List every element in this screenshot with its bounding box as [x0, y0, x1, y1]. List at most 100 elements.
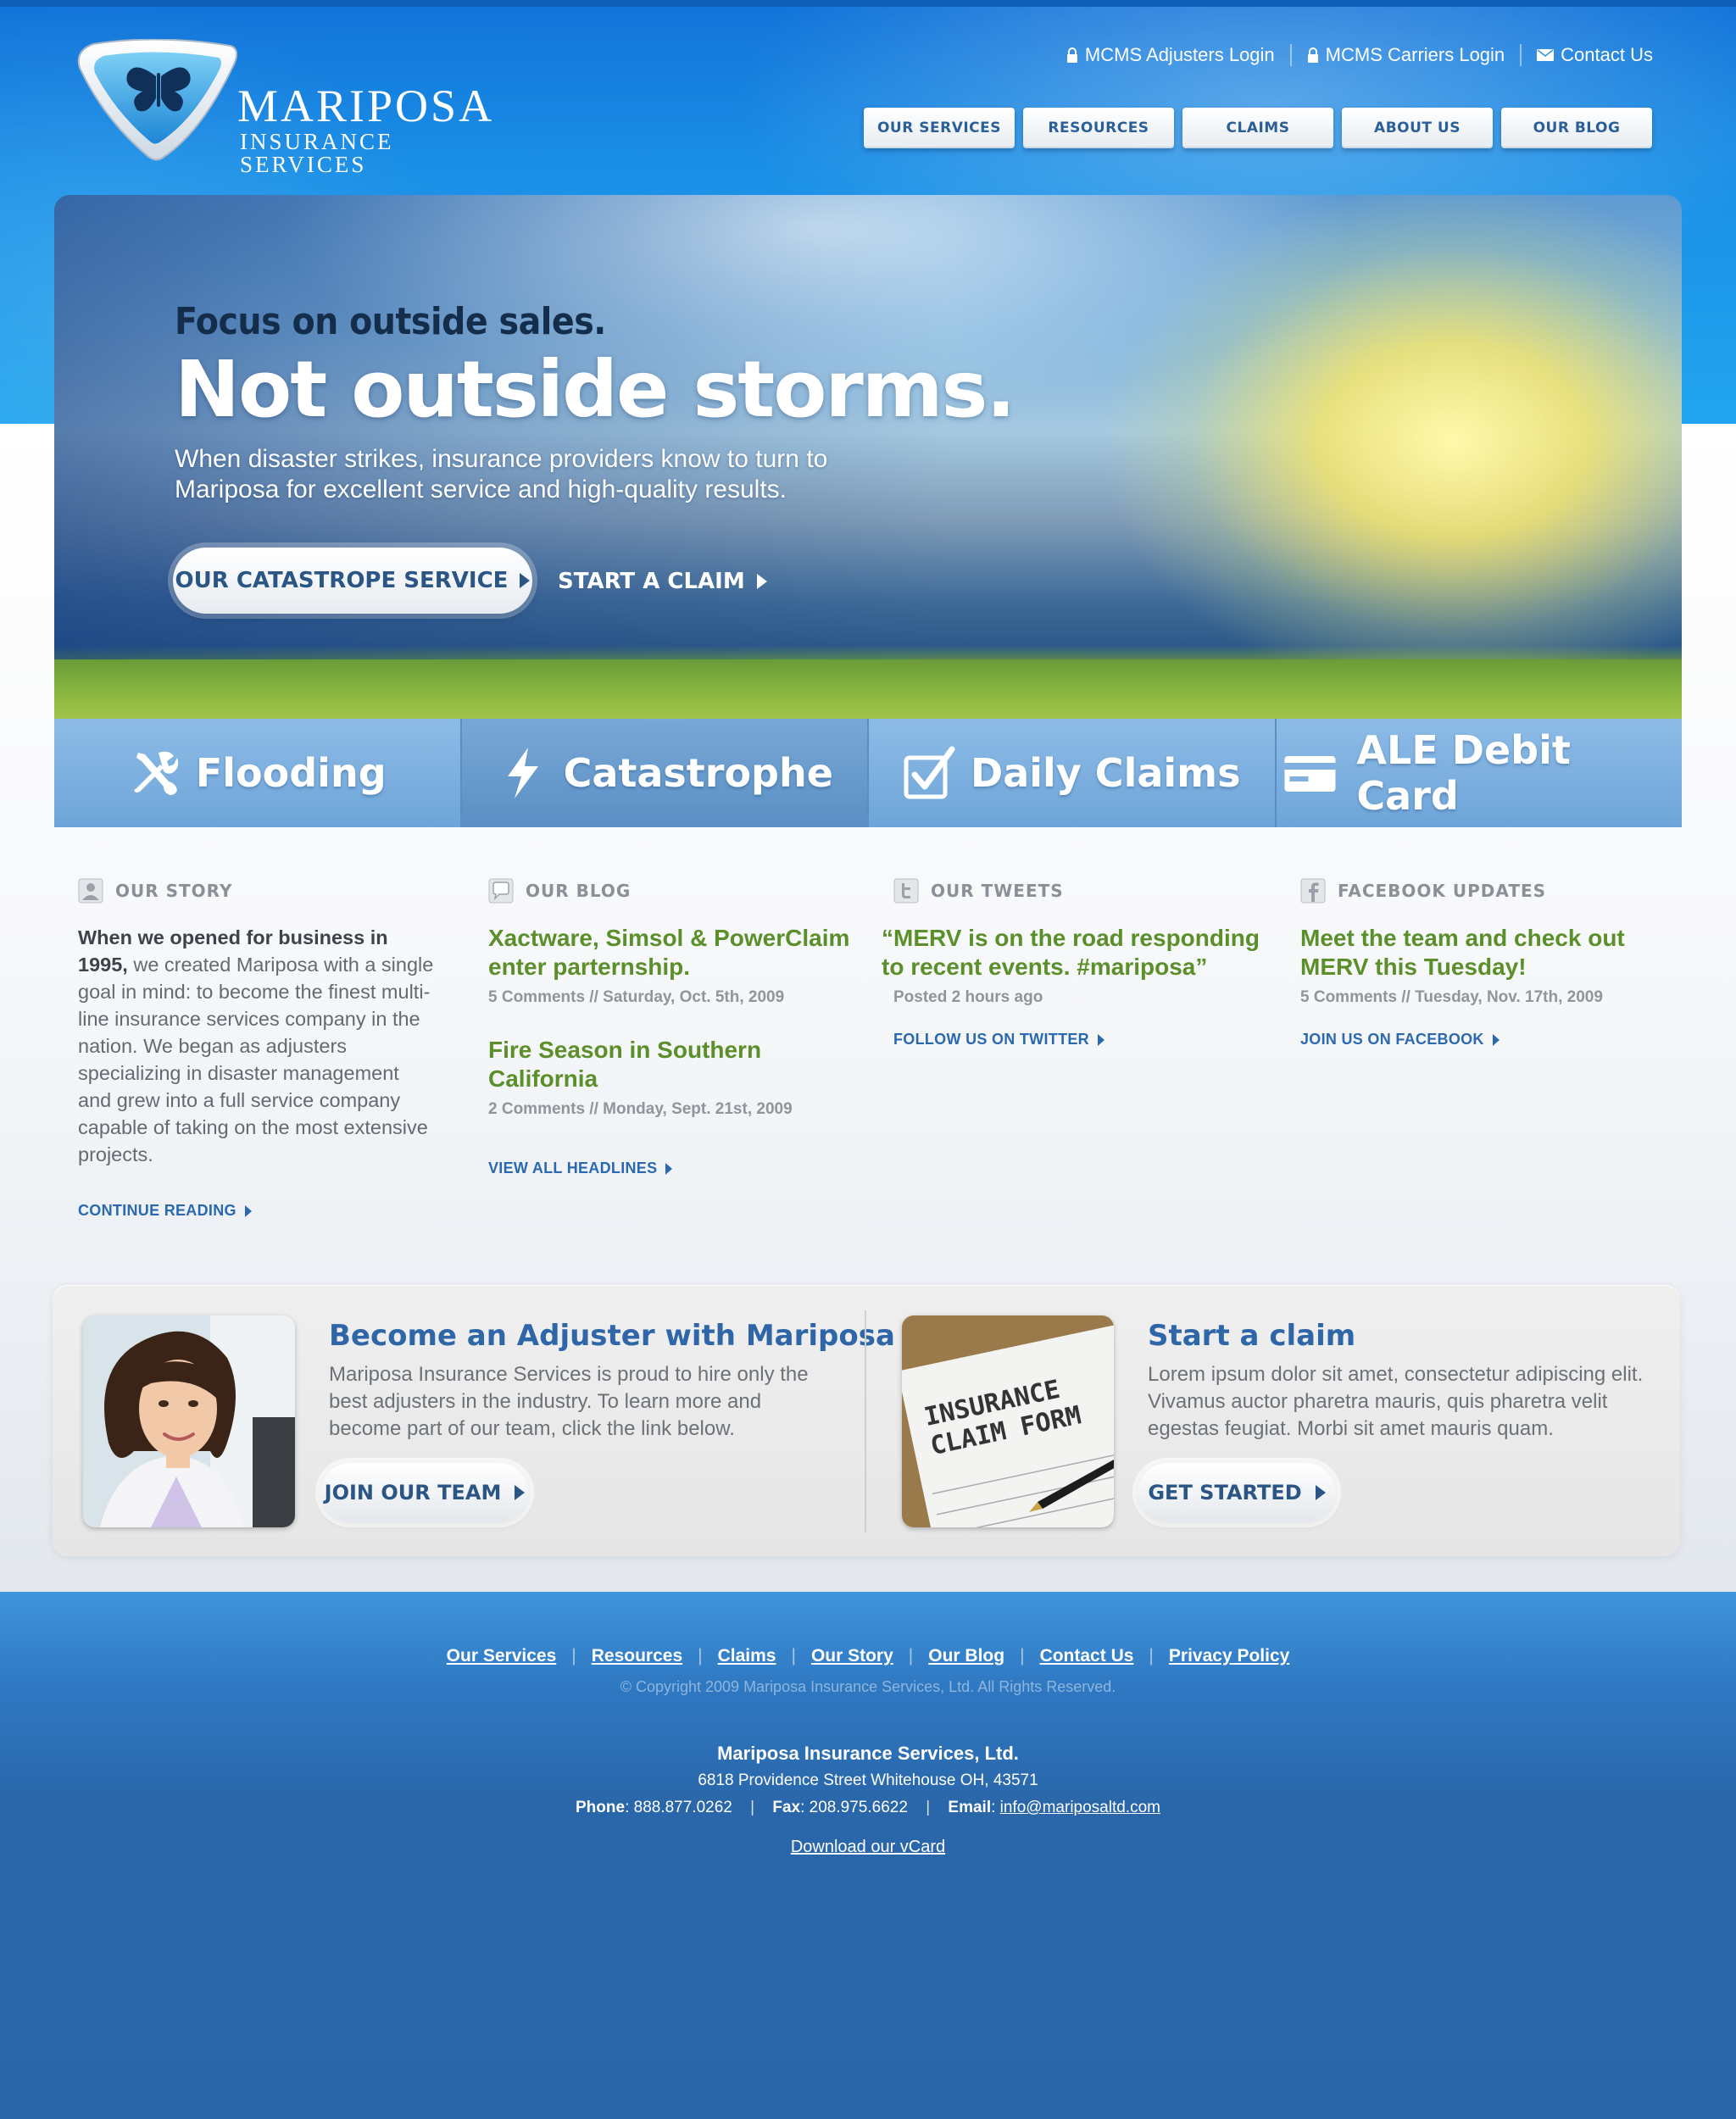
main-nav: OUR SERVICES RESOURCES CLAIMS ABOUT US O…: [864, 108, 1652, 148]
mail-icon: [1537, 49, 1555, 61]
speech-bubble-icon: [488, 878, 514, 904]
divider: |: [1149, 1646, 1154, 1666]
our-blog-section: OUR BLOG Xactware, Simsol & PowerClaim e…: [488, 878, 861, 1177]
footer-link-our-services[interactable]: Our Services: [447, 1646, 557, 1666]
start-claim-title: Start a claim: [1148, 1319, 1356, 1353]
credit-card-icon: [1283, 756, 1335, 792]
divider: |: [1020, 1646, 1025, 1666]
user-icon: [78, 878, 103, 904]
start-claim-text: Lorem ipsum dolor sit amet, consectetur …: [1148, 1363, 1644, 1440]
carriers-login-link[interactable]: MCMS Carriers Login: [1292, 44, 1521, 66]
fax-number: 208.975.6622: [809, 1799, 908, 1816]
divider: |: [791, 1646, 796, 1666]
tab-catastrophe[interactable]: Catastrophe: [461, 700, 869, 827]
continue-reading-link[interactable]: CONTINUE READING: [78, 1202, 434, 1220]
lightning-icon: [507, 748, 538, 798]
company-address: 6818 Providence Street Whitehouse OH, 43…: [698, 1771, 1038, 1789]
footer-link-contact-us[interactable]: Contact Us: [1040, 1646, 1134, 1666]
tools-icon: [134, 751, 179, 795]
arrow-right-icon: [1492, 1033, 1500, 1046]
email-label: Email: [948, 1799, 992, 1816]
company-name: Mariposa Insurance Services, Ltd.: [717, 1743, 1019, 1764]
blog-post-title[interactable]: Xactware, Simsol & PowerClaim enter part…: [488, 924, 861, 982]
contact-us-link[interactable]: Contact Us: [1522, 44, 1653, 66]
nav-about-us[interactable]: ABOUT US: [1342, 108, 1493, 148]
our-tweets-header: OUR TWEETS: [893, 878, 1271, 904]
join-our-team-button[interactable]: JOIN OUR TEAM: [320, 1463, 529, 1522]
phone-label: Phone: [576, 1799, 626, 1816]
email-link[interactable]: info@mariposaltd.com: [1000, 1799, 1160, 1816]
divider: |: [571, 1646, 576, 1666]
catastrophe-service-button[interactable]: OUR CATASTROPE SERVICE: [173, 548, 532, 614]
hero-description: When disaster strikes, insurance provide…: [175, 445, 828, 503]
start-claim-label: START A CLAIM: [558, 569, 745, 594]
blog-post-title[interactable]: Fire Season in Southern California: [488, 1036, 861, 1093]
arrow-right-icon: [515, 1485, 526, 1500]
tab-ale-debit-card-label: ALE Debit Card: [1356, 727, 1571, 819]
facebook-post-title[interactable]: Meet the team and check out MERV this Tu…: [1300, 924, 1665, 982]
get-started-label: GET STARTED: [1148, 1481, 1302, 1504]
footer-link-claims[interactable]: Claims: [718, 1646, 776, 1666]
phone-number: 888.877.0262: [633, 1799, 732, 1816]
get-started-button[interactable]: GET STARTED: [1138, 1463, 1336, 1522]
our-blog-header: OUR BLOG: [488, 878, 861, 904]
page: MARIPOSA INSURANCE SERVICES MCMS Adjuste…: [0, 0, 1736, 2119]
join-facebook-link[interactable]: JOIN US ON FACEBOOK: [1300, 1031, 1665, 1048]
adjuster-promo-text: Mariposa Insurance Services is proud to …: [329, 1363, 809, 1440]
facebook-icon: [1300, 878, 1326, 904]
blog-post-meta: 5 Comments // Saturday, Oct. 5th, 2009: [488, 988, 785, 1006]
footer-link-privacy-policy[interactable]: Privacy Policy: [1169, 1646, 1289, 1666]
divider: |: [908, 1646, 914, 1666]
hero-text: Focus on outside sales. Not outside stor…: [175, 300, 1015, 505]
hero-banner: Focus on outside sales. Not outside stor…: [54, 195, 1682, 719]
join-our-team-label: JOIN OUR TEAM: [324, 1481, 502, 1504]
logo[interactable]: MARIPOSA INSURANCE SERVICES: [75, 39, 492, 176]
catastrophe-service-label: OUR CATASTROPE SERVICE: [175, 568, 509, 593]
hero-title: Not outside storms.: [175, 344, 1015, 435]
carriers-login-label: MCMS Carriers Login: [1325, 44, 1505, 65]
adjusters-login-label: MCMS Adjusters Login: [1084, 44, 1275, 65]
arrow-right-icon: [1315, 1485, 1326, 1500]
download-vcard-link[interactable]: Download our vCard: [791, 1838, 945, 1856]
footer: Our Services | Resources | Claims | Our …: [0, 1592, 1736, 2119]
tab-daily-claims-label: Daily Claims: [971, 750, 1241, 796]
nav-claims[interactable]: CLAIMS: [1182, 108, 1333, 148]
our-tweets-title: OUR TWEETS: [931, 881, 1064, 901]
nav-our-services[interactable]: OUR SERVICES: [864, 108, 1015, 148]
start-claim-link[interactable]: START A CLAIM: [558, 565, 767, 598]
footer-link-resources[interactable]: Resources: [592, 1646, 682, 1666]
hero-eyebrow: Focus on outside sales.: [175, 300, 606, 343]
nav-our-blog[interactable]: OUR BLOG: [1501, 108, 1652, 148]
facebook-title: FACEBOOK UPDATES: [1338, 881, 1547, 901]
tab-ale-debit-card[interactable]: ALE Debit Card: [1276, 719, 1682, 827]
vcard-row: Download our vCard: [0, 1838, 1736, 1857]
brand-subtitle: INSURANCE SERVICES: [240, 129, 394, 177]
adjuster-photo: [83, 1315, 295, 1527]
footer-links: Our Services | Resources | Claims | Our …: [0, 1646, 1736, 1666]
blog-post: Xactware, Simsol & PowerClaim enter part…: [488, 924, 861, 1007]
arrow-right-icon: [520, 573, 531, 588]
follow-twitter-link[interactable]: FOLLOW US ON TWITTER: [893, 1031, 1271, 1048]
arrow-right-icon: [244, 1204, 252, 1217]
join-facebook-label: JOIN US ON FACEBOOK: [1300, 1031, 1484, 1048]
butterfly-shield-icon: [77, 39, 238, 161]
nav-resources[interactable]: RESOURCES: [1023, 108, 1174, 148]
tab-catastrophe-label: Catastrophe: [563, 750, 833, 796]
tab-daily-claims[interactable]: Daily Claims: [869, 719, 1277, 827]
copyright: © Copyright 2009 Mariposa Insurance Serv…: [620, 1678, 1116, 1695]
facebook-header: FACEBOOK UPDATES: [1300, 878, 1665, 904]
twitter-icon: [893, 878, 919, 904]
utility-links: MCMS Adjusters Login MCMS Carriers Login…: [1051, 42, 1653, 68]
footer-link-our-story[interactable]: Our Story: [811, 1646, 893, 1666]
continue-reading-label: CONTINUE READING: [78, 1202, 236, 1219]
tab-flooding[interactable]: Flooding: [54, 719, 462, 827]
our-story-section: OUR STORY When we opened for business in…: [78, 878, 434, 1220]
divider: |: [698, 1646, 703, 1666]
blog-post: Fire Season in Southern California 2 Com…: [488, 1036, 861, 1119]
adjusters-login-link[interactable]: MCMS Adjusters Login: [1051, 44, 1290, 66]
view-all-headlines-link[interactable]: VIEW ALL HEADLINES: [488, 1160, 861, 1177]
tweet-text: “MERV is on the road responding to recen…: [882, 925, 1260, 980]
feature-tabs: Flooding Catastrophe Daily Claims ALE De…: [54, 700, 1682, 827]
arrow-right-icon: [665, 1162, 673, 1175]
footer-link-our-blog[interactable]: Our Blog: [928, 1646, 1004, 1666]
